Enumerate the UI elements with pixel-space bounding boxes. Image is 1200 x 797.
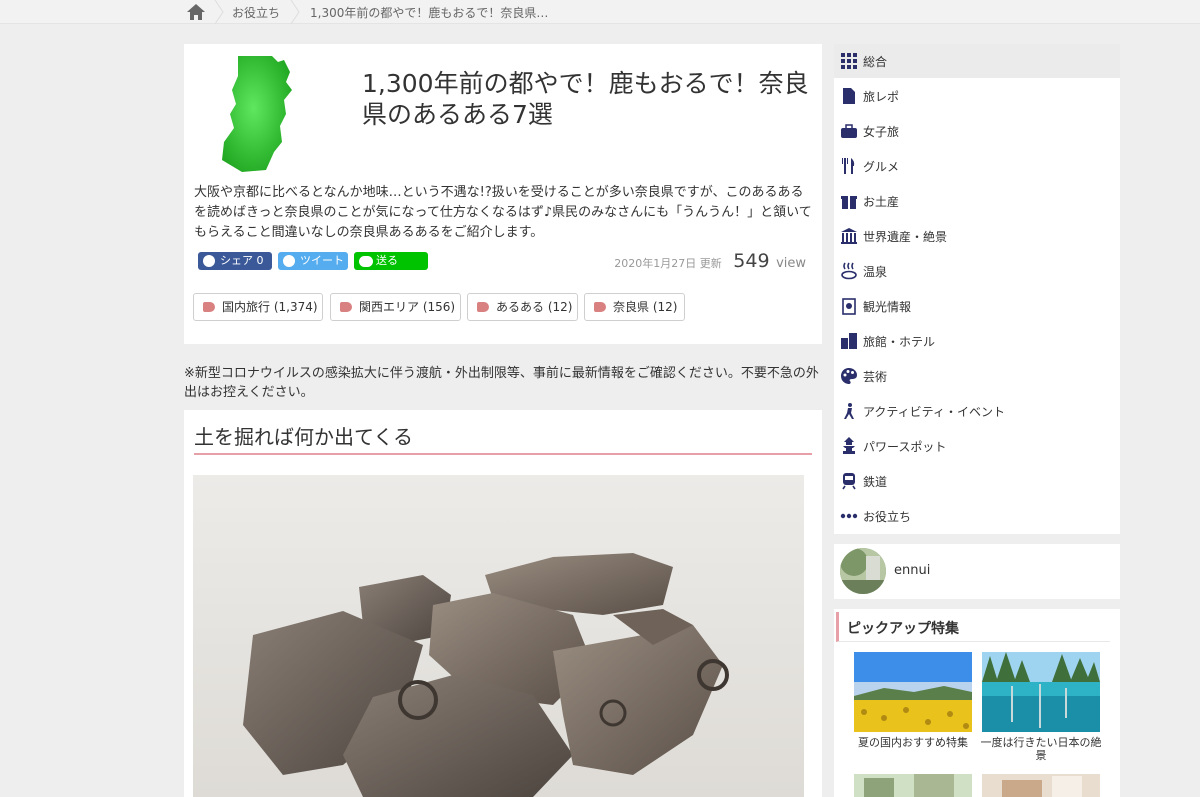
breadcrumb: お役立ち 1,300年前の都やで！鹿もおるで！奈良県…: [0, 0, 1200, 24]
pagoda-icon: [843, 437, 855, 454]
pickup-label[interactable]: 一度は行きたい日本の絶景: [979, 736, 1103, 762]
category-sightseeing-info[interactable]: 観光情報: [834, 289, 1120, 323]
category-label: お土産: [863, 195, 900, 209]
train-icon: [842, 473, 856, 490]
category-travel-report[interactable]: 旅レポ: [834, 79, 1120, 113]
category-girls-trip[interactable]: 女子旅: [834, 114, 1120, 148]
pickup-title: ピックアップ特集: [836, 612, 1110, 642]
category-label: 総合: [863, 55, 888, 69]
category-world-heritage[interactable]: 世界遺産・絶景: [834, 219, 1120, 253]
category-label: 温泉: [863, 265, 888, 279]
tag-nara[interactable]: 奈良県 (12): [584, 293, 685, 321]
article-lead: 大阪や京都に比べるとなんか地味…という不遇な!?扱いを受けることが多い奈良県です…: [194, 185, 812, 240]
category-label: 鉄道: [863, 475, 888, 489]
avatar[interactable]: [840, 548, 886, 594]
facebook-icon: [203, 255, 215, 267]
author-box[interactable]: ennui: [834, 544, 1120, 599]
fork-knife-icon: [842, 158, 855, 174]
tag-icon: [594, 302, 606, 312]
line-icon: [359, 256, 373, 267]
author-name[interactable]: ennui: [894, 563, 930, 578]
chevron-right-icon: [290, 0, 300, 24]
category-label: 芸術: [863, 370, 888, 384]
building-icon: [841, 333, 857, 349]
category-label: 旅館・ホテル: [863, 335, 936, 349]
view-count: 549: [733, 250, 770, 272]
document-icon: [843, 88, 855, 104]
category-ryokan-hotel[interactable]: 旅館・ホテル: [834, 324, 1120, 358]
updated-label: 更新: [699, 257, 722, 270]
category-activity-event[interactable]: アクティビティ・イベント: [834, 394, 1120, 428]
category-menu: 総合 旅レポ 女子旅 グルメ お土産 世界遺産・絶景 温泉 観光情報 旅館・ホテ…: [834, 44, 1120, 534]
nara-map-thumbnail: [222, 56, 292, 172]
pickup-thumbnail-summer[interactable]: [854, 652, 972, 732]
line-share-label: 送る: [376, 254, 398, 267]
category-label: パワースポット: [863, 440, 947, 454]
category-power-spot[interactable]: パワースポット: [834, 429, 1120, 463]
category-label: 女子旅: [863, 125, 900, 139]
breadcrumb-item-useful[interactable]: お役立ち: [232, 4, 280, 21]
facebook-share-label: シェア 0: [220, 254, 264, 267]
category-art[interactable]: 芸術: [834, 359, 1120, 393]
breadcrumb-item-current: 1,300年前の都やで！鹿もおるで！奈良県…: [310, 6, 549, 20]
twitter-share-button[interactable]: ツイート: [278, 252, 348, 270]
facebook-share-button[interactable]: シェア 0: [198, 252, 272, 270]
tag-icon: [203, 302, 215, 312]
view-label: view: [776, 256, 806, 271]
gift-icon: [841, 196, 857, 209]
tag-label: 奈良県 (12): [613, 300, 678, 314]
category-label: お役立ち: [863, 510, 912, 524]
article-meta: 2020年1月27日 更新 549 view: [614, 250, 806, 272]
pickup-thumbnail-4[interactable]: [982, 774, 1100, 797]
pickup-label[interactable]: 夏の国内おすすめ特集: [851, 736, 975, 749]
article-section-card: 土を掘れば何か出てくる: [184, 410, 822, 797]
category-label: グルメ: [863, 160, 900, 174]
category-useful[interactable]: お役立ち: [834, 499, 1120, 533]
temple-icon: [841, 228, 857, 244]
tag-kansai-area[interactable]: 関西エリア (156): [330, 293, 461, 321]
tag-icon: [477, 302, 489, 312]
tag-label: あるある (12): [496, 300, 573, 314]
category-hot-spring[interactable]: 温泉: [834, 254, 1120, 288]
chevron-right-icon: [214, 0, 224, 24]
category-label: 世界遺産・絶景: [863, 230, 948, 244]
tag-domestic-travel[interactable]: 国内旅行 (1,374): [193, 293, 323, 321]
pottery-shards-photo: [193, 475, 804, 797]
category-railway[interactable]: 鉄道: [834, 464, 1120, 498]
stars-icon: [840, 513, 858, 519]
tag-aruaru[interactable]: あるある (12): [467, 293, 578, 321]
grid-icon: [841, 53, 857, 69]
line-share-button[interactable]: 送る: [354, 252, 428, 270]
info-icon: [842, 298, 856, 315]
pickup-thumbnail-3[interactable]: [854, 774, 972, 797]
activity-icon: [844, 403, 854, 419]
article-header-card: 1,300年前の都やで！鹿もおるで！奈良県のあるある7選 大阪や京都に比べるとな…: [184, 44, 822, 344]
bag-icon: [841, 124, 857, 138]
hot-spring-icon: [841, 262, 857, 280]
category-gourmet[interactable]: グルメ: [834, 149, 1120, 183]
tag-label: 国内旅行 (1,374): [222, 300, 318, 314]
home-icon[interactable]: [186, 3, 206, 21]
pickup-thumbnail-scenery[interactable]: [982, 652, 1100, 732]
section-title: 土を掘れば何か出てくる: [194, 423, 812, 455]
tag-label: 関西エリア (156): [359, 300, 456, 314]
updated-date: 2020年1月27日: [614, 257, 697, 270]
category-label: 旅レポ: [863, 90, 900, 104]
category-all[interactable]: 総合: [834, 44, 1120, 78]
category-label: 観光情報: [863, 300, 912, 314]
palette-icon: [841, 368, 857, 384]
category-label: アクティビティ・イベント: [863, 405, 1005, 419]
category-souvenir[interactable]: お土産: [834, 184, 1120, 218]
pickup-features: ピックアップ特集 夏の国内おすすめ特集 一度は行きたい日本の絶景: [834, 609, 1120, 797]
tag-icon: [340, 302, 352, 312]
covid-notice: ※新型コロナウイルスの感染拡大に伴う渡航・外出制限等、事前に最新情報をご確認くだ…: [184, 366, 819, 400]
twitter-share-label: ツイート: [300, 254, 344, 267]
article-title: 1,300年前の都やで！鹿もおるで！奈良県のあるある7選: [362, 69, 809, 129]
twitter-icon: [283, 255, 295, 267]
